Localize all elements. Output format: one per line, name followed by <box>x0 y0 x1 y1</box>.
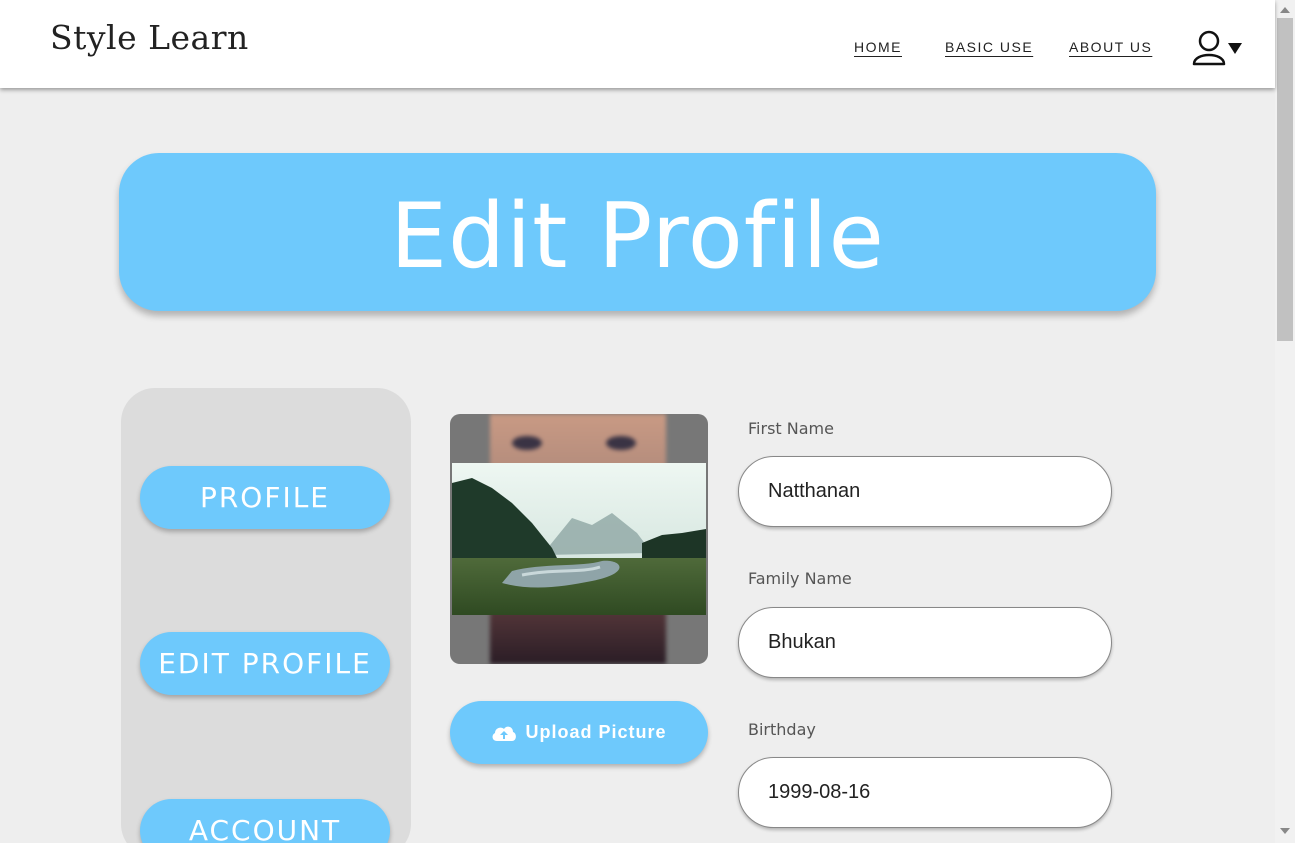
birthday-field[interactable] <box>738 757 1112 828</box>
family-name-label: Family Name <box>748 569 852 588</box>
nav-link-about-us[interactable]: ABOUT US <box>1069 39 1152 55</box>
family-name-field[interactable] <box>738 607 1112 678</box>
nav-link-home[interactable]: HOME <box>854 39 902 55</box>
birthday-label: Birthday <box>748 720 816 739</box>
cloud-upload-icon <box>493 726 517 741</box>
user-menu-button[interactable] <box>1192 30 1244 66</box>
user-icon <box>1192 30 1226 66</box>
upload-picture-label: Upload Picture <box>525 722 667 742</box>
top-navbar: Style Learn HOME BASIC USE ABOUT US <box>0 0 1275 88</box>
site-logo[interactable]: Style Learn <box>50 18 249 57</box>
scroll-up-arrow-icon[interactable] <box>1280 7 1290 13</box>
first-name-label: First Name <box>748 419 834 438</box>
upload-picture-button[interactable]: Upload Picture <box>450 701 708 764</box>
scrollbar-thumb[interactable] <box>1277 18 1293 341</box>
page-scrollbar[interactable] <box>1275 0 1295 843</box>
page-title: Edit Profile <box>390 183 885 289</box>
side-menu-profile-button[interactable]: PROFILE <box>140 466 390 529</box>
first-name-field[interactable] <box>738 456 1112 527</box>
side-menu-panel <box>121 388 411 843</box>
side-menu-edit-profile-button[interactable]: EDIT PROFILE <box>140 632 390 695</box>
caret-down-icon <box>1228 43 1242 54</box>
profile-photo-image <box>452 463 706 615</box>
nav-link-basic-use[interactable]: BASIC USE <box>945 39 1033 55</box>
profile-picture <box>450 414 708 664</box>
side-menu-account-button[interactable]: ACCOUNT <box>140 799 390 843</box>
scroll-down-arrow-icon[interactable] <box>1280 828 1290 834</box>
page-title-banner: Edit Profile <box>119 153 1156 311</box>
